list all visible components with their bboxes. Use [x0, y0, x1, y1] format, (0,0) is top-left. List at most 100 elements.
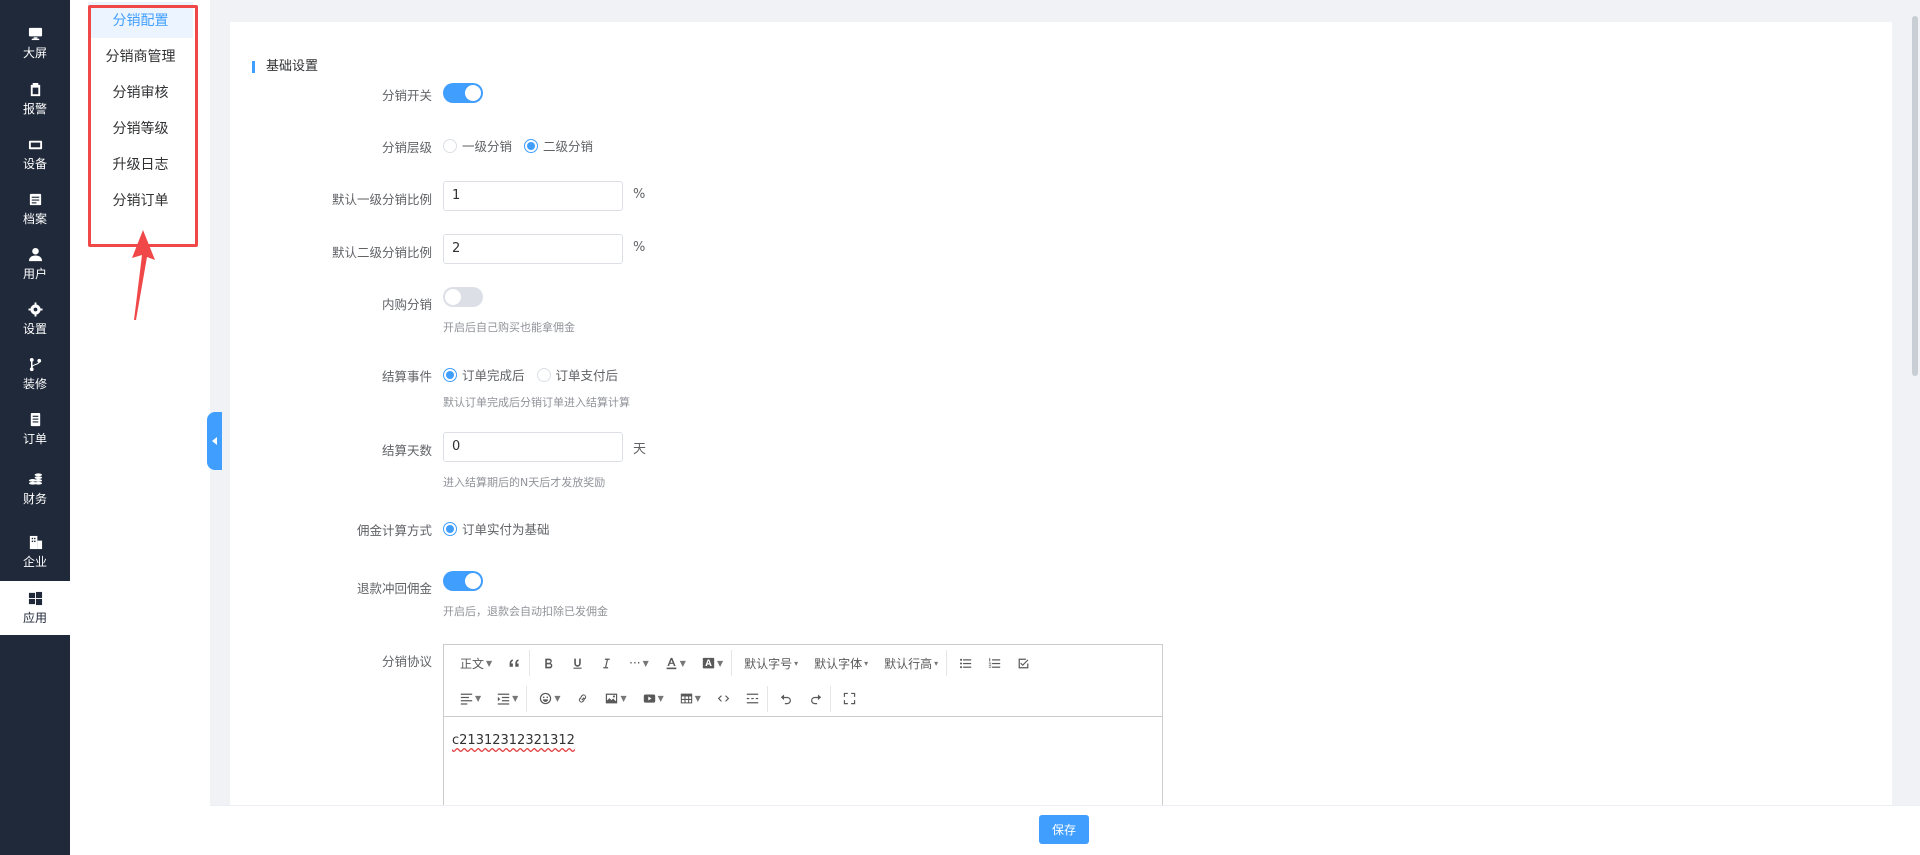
- distribution-switch[interactable]: [443, 83, 483, 103]
- bold-button[interactable]: [534, 650, 563, 676]
- nav-label: 用户: [22, 266, 47, 281]
- ratio2-input[interactable]: 2: [443, 234, 623, 264]
- rich-text-editor: 正文 ▼ ··· ▼ ▼ ▼ 默认字号 ▾ 默认字体 ▾ 默认行高 ▾ ▼ ▼ ▼ ▼ ▼…: [443, 644, 1163, 814]
- ratio1-unit: %: [633, 187, 646, 202]
- chevron-down-icon: ▼: [620, 694, 627, 703]
- code-icon: [717, 695, 730, 702]
- settle-days-hint: 进入结算期后的N天后才发放奖励: [443, 476, 606, 489]
- radio-text: 二级分销: [543, 139, 594, 154]
- inner-purchase-label: 内购分销: [381, 297, 432, 312]
- divider-icon: [746, 693, 759, 704]
- chevron-down-icon: ▾: [864, 658, 869, 668]
- nav-label: 设备: [22, 156, 47, 171]
- font-size-select[interactable]: 默认字号 ▾: [736, 650, 806, 676]
- nav-label: 档案: [22, 211, 47, 226]
- checkbox-icon: [1018, 658, 1029, 668]
- heading-select[interactable]: 正文 ▼: [452, 650, 500, 676]
- todo-button[interactable]: [1009, 650, 1038, 676]
- scrollbar[interactable]: [1912, 16, 1918, 376]
- line-height-select[interactable]: 默认行高 ▾: [876, 650, 948, 676]
- coins-icon: [28, 472, 42, 485]
- section-title: 基础设置: [252, 59, 318, 75]
- redo-icon: [810, 694, 822, 705]
- level-radio-two[interactable]: 二级分销: [524, 136, 593, 155]
- refund-clawback-label: 退款冲回佣金: [356, 581, 432, 596]
- italic-button[interactable]: [592, 650, 621, 676]
- video-icon: [643, 694, 655, 703]
- link-icon: [579, 694, 587, 703]
- annotation-highlight-box: [88, 5, 198, 247]
- nav-label: 设置: [22, 321, 47, 336]
- settle-days-input[interactable]: 0: [443, 432, 623, 462]
- radio-text: 一级分销: [462, 139, 513, 154]
- radio-dot: [524, 138, 539, 153]
- agreement-label: 分销协议: [381, 654, 432, 669]
- font-size-value: 默认字号: [744, 656, 793, 671]
- bg-color-button[interactable]: ▼: [694, 650, 733, 676]
- save-button[interactable]: 保存: [1039, 815, 1089, 844]
- fullscreen-icon: [843, 692, 856, 705]
- chevron-down-icon: ▼: [475, 694, 482, 703]
- ratio2-label: 默认二级分销比例: [331, 245, 432, 260]
- chevron-down-icon: ▼: [642, 658, 649, 668]
- editor-content[interactable]: c21312312321312: [452, 733, 575, 748]
- more-format-button[interactable]: ··· ▼: [621, 650, 657, 676]
- refund-clawback-switch[interactable]: [443, 571, 483, 591]
- divider-button[interactable]: [738, 685, 768, 712]
- ratio1-input[interactable]: 1: [443, 181, 623, 211]
- more-icon: ···: [629, 656, 641, 670]
- commission-method-label: 佣金计算方式: [356, 523, 432, 538]
- radio-dot: [536, 367, 551, 382]
- radio-dot: [443, 367, 457, 382]
- nav-label: 应用: [22, 610, 47, 625]
- indent-button[interactable]: ▼: [489, 685, 528, 712]
- level-radio-one[interactable]: 一级分销: [443, 136, 512, 155]
- radio-text: 订单完成后: [462, 368, 525, 383]
- radio-dot: [443, 138, 457, 153]
- commission-radio-group: 订单实付为基础: [443, 519, 562, 538]
- line-height-value: 默认行高: [884, 656, 933, 671]
- nav-item-finance[interactable]: 财务: [0, 462, 70, 516]
- radio-text: 订单支付后: [555, 368, 619, 383]
- ratio1-label: 默认一级分销比例: [331, 192, 432, 207]
- distribution-switch-label: 分销开关: [381, 88, 432, 103]
- chevron-down-icon: ▼: [694, 694, 701, 703]
- editor-toolbar-row-2: ▼ ▼ ▼ ▼ ▼ ▼: [444, 681, 1162, 717]
- chevron-down-icon: ▾: [794, 658, 799, 668]
- underline-button[interactable]: [563, 650, 592, 676]
- font-color-button[interactable]: ▼: [657, 650, 694, 676]
- table-icon: [680, 693, 692, 704]
- redo-button[interactable]: [801, 685, 831, 712]
- quote-button[interactable]: [500, 650, 531, 676]
- main-nav: 大屏 报警 设备 档案 用户 设置 装修 订单 财务 企业 应用: [0, 0, 70, 855]
- image-button[interactable]: ▼: [597, 686, 634, 712]
- radio-text: 订单实付为基础: [462, 522, 550, 537]
- font-color-icon: [666, 657, 677, 669]
- inner-purchase-switch[interactable]: [443, 287, 483, 307]
- chevron-down-icon: ▼: [716, 658, 724, 668]
- underline-icon: [573, 658, 582, 669]
- heading-value: 正文: [460, 656, 485, 671]
- undo-button[interactable]: [772, 686, 801, 712]
- monitor-icon: [28, 27, 42, 40]
- font-family-select[interactable]: 默认字体 ▾: [806, 650, 876, 676]
- video-button[interactable]: ▼: [635, 686, 672, 712]
- emoji-button[interactable]: ▼: [531, 686, 568, 712]
- numbered-list-icon: [989, 657, 1001, 668]
- chevron-down-icon: ▼: [486, 658, 493, 668]
- table-button[interactable]: ▼: [672, 686, 709, 712]
- bullet-list-button[interactable]: [951, 650, 980, 676]
- italic-icon: [603, 658, 610, 668]
- quote-icon: [509, 658, 519, 667]
- link-button[interactable]: [568, 686, 597, 712]
- settle-radio-complete[interactable]: 订单完成后: [443, 365, 525, 384]
- align-button[interactable]: ▼: [452, 686, 489, 712]
- settle-days-unit: 天: [633, 442, 647, 457]
- code-button[interactable]: [709, 686, 738, 712]
- nav-item-dashboard[interactable]: 大屏: [0, 16, 70, 70]
- settle-radio-paid[interactable]: 订单支付后: [536, 365, 619, 384]
- fullscreen-button[interactable]: [835, 686, 864, 712]
- inner-purchase-hint: 开启后自己购买也能拿佣金: [443, 321, 575, 334]
- numbered-list-button[interactable]: [980, 650, 1009, 676]
- commission-radio-paid-amount[interactable]: 订单实付为基础: [443, 519, 550, 538]
